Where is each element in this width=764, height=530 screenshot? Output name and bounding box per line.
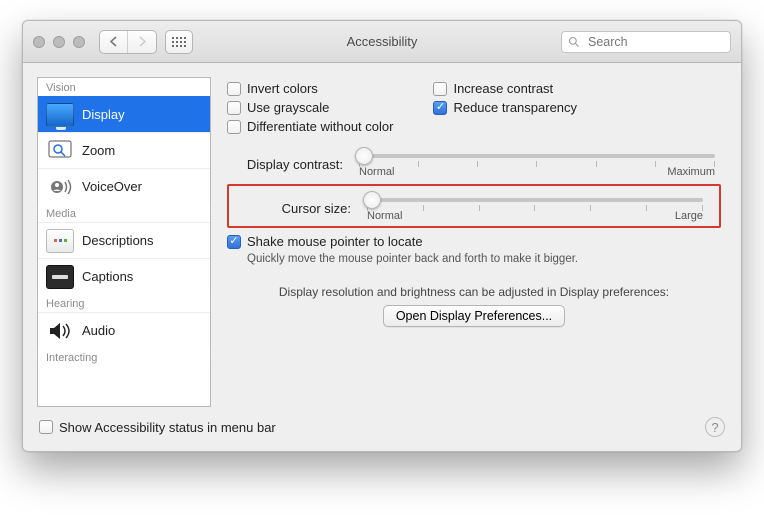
checkbox-label: Use grayscale: [247, 100, 329, 115]
footer-bar: Show Accessibility status in menu bar ?: [23, 407, 741, 451]
checkbox-label: Reduce transparency: [453, 100, 577, 115]
sidebar-item-label: Audio: [82, 323, 115, 338]
voiceover-icon: [46, 175, 74, 199]
category-sidebar: Vision Display Zoom VoiceOver Media: [37, 77, 211, 407]
search-input[interactable]: [586, 34, 724, 50]
open-display-preferences-button[interactable]: Open Display Preferences...: [383, 305, 565, 327]
checkbox-label: Show Accessibility status in menu bar: [59, 420, 276, 435]
cursor-size-slider[interactable]: Normal Large: [361, 192, 709, 224]
preferences-window: Accessibility Vision Display Zoom: [22, 20, 742, 452]
slider-label: Cursor size:: [235, 201, 355, 216]
sidebar-item-label: Captions: [82, 269, 133, 284]
search-field[interactable]: [561, 31, 731, 53]
slider-display-contrast: Display contrast: Normal Maximum: [227, 148, 721, 180]
checkbox-invert-colors[interactable]: Invert colors: [227, 81, 393, 96]
descriptions-icon: [46, 229, 74, 253]
sidebar-item-label: Descriptions: [82, 233, 154, 248]
nav-back-forward: [99, 30, 157, 54]
display-note-text: Display resolution and brightness can be…: [227, 285, 721, 299]
slider-min-label: Normal: [367, 210, 402, 222]
display-icon: [46, 103, 74, 127]
audio-icon: [46, 319, 74, 343]
slider-thumb[interactable]: [363, 191, 381, 209]
checkbox-reduce-transparency[interactable]: Reduce transparency: [433, 100, 577, 115]
zoom-icon: [46, 139, 74, 163]
display-contrast-slider[interactable]: Normal Maximum: [353, 148, 721, 180]
sidebar-item-label: Zoom: [82, 143, 115, 158]
back-button[interactable]: [100, 31, 128, 53]
help-button[interactable]: ?: [705, 417, 725, 437]
content-area: Vision Display Zoom VoiceOver Media: [23, 63, 741, 407]
checkbox-label: Differentiate without color: [247, 119, 393, 134]
show-all-button[interactable]: [165, 30, 193, 54]
display-note: Display resolution and brightness can be…: [227, 285, 721, 327]
checkbox-label: Shake mouse pointer to locate: [247, 234, 423, 249]
checkbox-differentiate-without-color[interactable]: Differentiate without color: [227, 119, 393, 134]
group-interacting: Interacting: [38, 348, 210, 366]
grid-icon: [172, 37, 186, 47]
checkbox-use-grayscale[interactable]: Use grayscale: [227, 100, 393, 115]
settings-panel: Invert colors Use grayscale Differentiat…: [225, 77, 727, 407]
minimize-window-button[interactable]: [53, 36, 65, 48]
sidebar-item-captions[interactable]: Captions: [38, 258, 210, 294]
checkbox-label: Invert colors: [247, 81, 318, 96]
slider-min-label: Normal: [359, 166, 394, 178]
slider-cursor-size: Cursor size: Normal Large: [235, 192, 709, 224]
shake-pointer-description: Quickly move the mouse pointer back and …: [247, 253, 721, 265]
window-controls: [33, 36, 85, 48]
zoom-window-button[interactable]: [73, 36, 85, 48]
slider-thumb[interactable]: [355, 147, 373, 165]
checkbox-increase-contrast[interactable]: Increase contrast: [433, 81, 577, 96]
sidebar-item-zoom[interactable]: Zoom: [38, 132, 210, 168]
checkbox-label: Increase contrast: [453, 81, 553, 96]
checkbox-shake-pointer[interactable]: Shake mouse pointer to locate: [227, 234, 721, 249]
checkbox-show-menubar-status[interactable]: Show Accessibility status in menu bar: [39, 420, 276, 435]
sidebar-item-audio[interactable]: Audio: [38, 312, 210, 348]
slider-max-label: Large: [675, 210, 703, 222]
slider-max-label: Maximum: [667, 166, 715, 178]
close-window-button[interactable]: [33, 36, 45, 48]
sidebar-item-voiceover[interactable]: VoiceOver: [38, 168, 210, 204]
group-hearing: Hearing: [38, 294, 210, 312]
forward-button[interactable]: [128, 31, 156, 53]
sidebar-item-label: VoiceOver: [82, 179, 142, 194]
group-vision: Vision: [38, 78, 210, 96]
search-icon: [568, 36, 580, 48]
sidebar-item-display[interactable]: Display: [38, 96, 210, 132]
sidebar-item-descriptions[interactable]: Descriptions: [38, 222, 210, 258]
group-media: Media: [38, 204, 210, 222]
titlebar: Accessibility: [23, 21, 741, 63]
slider-label: Display contrast:: [227, 157, 347, 172]
captions-icon: [46, 265, 74, 289]
sidebar-item-label: Display: [82, 107, 125, 122]
cursor-size-highlight: Cursor size: Normal Large: [227, 184, 721, 228]
